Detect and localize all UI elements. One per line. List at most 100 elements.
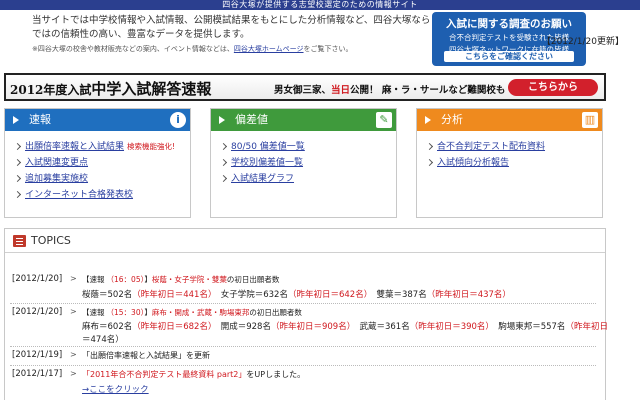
hensachi-item-8050[interactable]: 80/50 偏差値一覧 (221, 139, 396, 155)
banner-sub-a: 男女御三家、 (274, 85, 332, 96)
topic-suffix: の初日出願者数 (249, 308, 302, 317)
survey-confirm-button[interactable]: こちらをご確認ください (444, 51, 574, 62)
bunseki-item-label[interactable]: 入試傾向分析報告 (437, 158, 509, 168)
entry-name: 開成＝928名 (220, 322, 271, 332)
bunseki-item-label[interactable]: 合不合判定テスト配布資料 (437, 142, 545, 152)
panel-hensachi-header: 偏差値 ✎ (211, 109, 396, 131)
entry-prev: （昨年初日＝441名） (132, 290, 213, 300)
panel-hensachi-list: 80/50 偏差値一覧 学校別偏差値一覧 入試結果グラフ (211, 131, 396, 187)
topic-bracket: 】 (144, 275, 152, 284)
topic-date: [2012/1/19] (12, 350, 63, 360)
topic-category: 【速報 (82, 308, 105, 317)
info-icon: i (170, 112, 186, 128)
hensachi-item-label[interactable]: 学校別偏差値一覧 (231, 158, 303, 168)
chevron-right-icon: > (70, 307, 77, 316)
topic-message-suffix: をUPしました。 (246, 370, 306, 379)
hensachi-item-label[interactable]: 80/50 偏差値一覧 (231, 142, 305, 152)
entry-name: 武蔵＝361名 (359, 322, 410, 332)
intro-note-suffix: をご覧下さい。 (303, 45, 353, 53)
sokuho-item-tsuika[interactable]: 追加募集実施校 (15, 171, 190, 187)
sokuho-item-label[interactable]: 出願倍率速報と入試結果 (25, 142, 124, 152)
chart-icon: ▥ (582, 112, 598, 128)
panel-bunseki: 分析 ▥ 合不合判定テスト配布資料 入試傾向分析報告 (416, 108, 603, 218)
topic-schools: 桜蔭・女子学院・雙葉 (151, 275, 227, 284)
hensachi-item-label[interactable]: 入試結果グラフ (231, 174, 294, 184)
topic-row: [2012/1/20] > 【速報 （16：05）】桜蔭・女子学院・雙葉の初日出願… (10, 272, 596, 304)
answer-bulletin-banner[interactable]: 2012年度入試中学入試解答速報 男女御三家、当日公開！ 麻・ラ・サールなど難関… (4, 73, 606, 101)
topic-headline: 【速報 （16：05）】桜蔭・女子学院・雙葉の初日出願者数 (82, 274, 279, 285)
hensachi-item-school[interactable]: 学校別偏差値一覧 (221, 155, 396, 171)
topic-row: [2012/1/20] > 【速報 （15：30）】麻布・開成・武蔵・駒場東邦の初… (10, 305, 608, 347)
sokuho-item-henkou[interactable]: 入試関連変更点 (15, 155, 190, 171)
panel-sokuho: 速報 i 出願倍率速報と入試結果 検索機能強化! 入試関連変更点 追加募集実施校 … (4, 108, 191, 218)
entry-name: 駒場東邦＝557名 (498, 322, 566, 332)
topic-headline: 【速報 （15：30）】麻布・開成・武蔵・駒場東邦の初日出願者数 (82, 307, 302, 318)
topic-message: 「出願倍率速報と入試結果」を更新 (82, 351, 210, 360)
sokuho-item-bairitsu[interactable]: 出願倍率速報と入試結果 検索機能強化! (15, 139, 190, 155)
entry-name: 雙葉＝387名 (376, 290, 427, 300)
entry-prev: （昨年初日＝909名） (270, 322, 351, 332)
hensachi-item-graph[interactable]: 入試結果グラフ (221, 171, 396, 187)
header-tagline: 四谷大塚が提供する志望校選定のための情報サイト (0, 0, 640, 10)
bunseki-item-goufugou[interactable]: 合不合判定テスト配布資料 (427, 139, 602, 155)
banner-go-button[interactable]: こちらから (508, 79, 598, 96)
entry-prev-wrap: ＝474名） (82, 335, 124, 345)
yotsuya-homepage-link[interactable]: 四谷大塚ホームページ (234, 45, 304, 53)
topic-entries: 桜蔭＝502名（昨年初日＝441名） 女子学院＝632名（昨年初日＝642名） … (82, 288, 511, 300)
topic-time: （15：30） (106, 308, 145, 317)
topics-title: TOPICS (31, 234, 71, 247)
edit-icon: ✎ (376, 112, 392, 128)
sokuho-item-label[interactable]: 追加募集実施校 (25, 174, 88, 184)
click-here-link[interactable]: →ここをクリック (82, 383, 149, 395)
banner-title-text: 中学入試解答速報 (91, 80, 212, 98)
banner-sub-c: 麻・ラ・サールなど難関校も (381, 85, 506, 96)
triangle-right-icon (425, 116, 431, 124)
sokuho-item-label[interactable]: 入試関連変更点 (25, 158, 88, 168)
list-icon (13, 235, 26, 247)
sokuho-item-label[interactable]: インターネット合格発表校 (25, 190, 133, 200)
entry-prev: （昨年初日＝642名） (287, 290, 368, 300)
topic-suffix: の初日出願者数 (226, 275, 280, 284)
topic-date: [2012/1/17] (12, 369, 63, 379)
banner-year: 2012年度入試 (10, 83, 92, 97)
survey-title: 入試に関する調査のお願い (446, 18, 572, 30)
topic-date: [2012/1/20] (12, 274, 63, 284)
panel-sokuho-list: 出願倍率速報と入試結果 検索機能強化! 入試関連変更点 追加募集実施校 インターネ… (5, 131, 190, 203)
intro-note-prefix: ※四谷大塚の校舎や教材販売などの案内、イベント情報などは、 (32, 45, 234, 53)
chevron-right-icon: > (70, 369, 77, 378)
banner-subtitle: 男女御三家、当日公開！ 麻・ラ・サールなど難関校も (274, 82, 505, 96)
topic-row: [2012/1/19] > 「出願倍率速報と入試結果」を更新 (10, 348, 596, 366)
bunseki-item-keikou[interactable]: 入試傾向分析報告 (427, 155, 602, 171)
panel-hensachi-title: 偏差値 (235, 113, 268, 126)
entry-name: 麻布＝602名 (82, 322, 133, 332)
banner-sub-b: 公開！ (350, 85, 379, 96)
topic-schools: 麻布・開成・武蔵・駒場東邦 (151, 308, 250, 317)
entry-prev: （昨年初日＝390名） (409, 322, 490, 332)
topics-updated: 【2012/1/20更新】 (541, 37, 624, 47)
triangle-right-icon (219, 116, 225, 124)
chevron-right-icon: > (70, 350, 77, 359)
entry-prev: （昨年初日＝682名） (132, 322, 213, 332)
topic-date: [2012/1/20] (12, 307, 63, 317)
triangle-right-icon (13, 116, 19, 124)
topics-header: TOPICS (5, 229, 605, 253)
banner-title: 2012年度入試中学入試解答速報 (10, 78, 211, 99)
topic-message-red: 「2011年合不合判定テスト最終資料 part2」 (82, 370, 247, 379)
banner-sub-red: 当日 (331, 85, 351, 96)
chevron-right-icon: > (70, 274, 77, 283)
sokuho-item-internet[interactable]: インターネット合格発表校 (15, 187, 190, 203)
panel-bunseki-title: 分析 (441, 113, 463, 126)
entry-name: 桜蔭＝502名 (82, 290, 133, 300)
topic-entries: 麻布＝602名（昨年初日＝682名） 開成＝928名（昨年初日＝909名） 武蔵… (82, 320, 608, 332)
topic-row: [2012/1/17] > 「2011年合不合判定テスト最終資料 part2」を… (10, 367, 596, 400)
entry-prev: （昨年初日 (565, 322, 608, 332)
topic-bracket: 】 (144, 308, 152, 317)
intro-text: 当サイトでは中学校情報や入試情報、公開模試結果をもとにした分析情報など、四谷大塚… (32, 15, 431, 40)
panel-bunseki-list: 合不合判定テスト配布資料 入試傾向分析報告 (417, 131, 602, 171)
panel-sokuho-title: 速報 (29, 113, 51, 126)
topic-message: 「2011年合不合判定テスト最終資料 part2」をUPしました。 (82, 369, 305, 380)
panel-bunseki-header: 分析 ▥ (417, 109, 602, 131)
search-enhanced-badge: 検索機能強化! (127, 142, 176, 151)
topic-time: （16：05） (106, 275, 145, 284)
intro-note: ※四谷大塚の校舎や教材販売などの案内、イベント情報などは、四谷大塚ホームページを… (32, 44, 432, 54)
